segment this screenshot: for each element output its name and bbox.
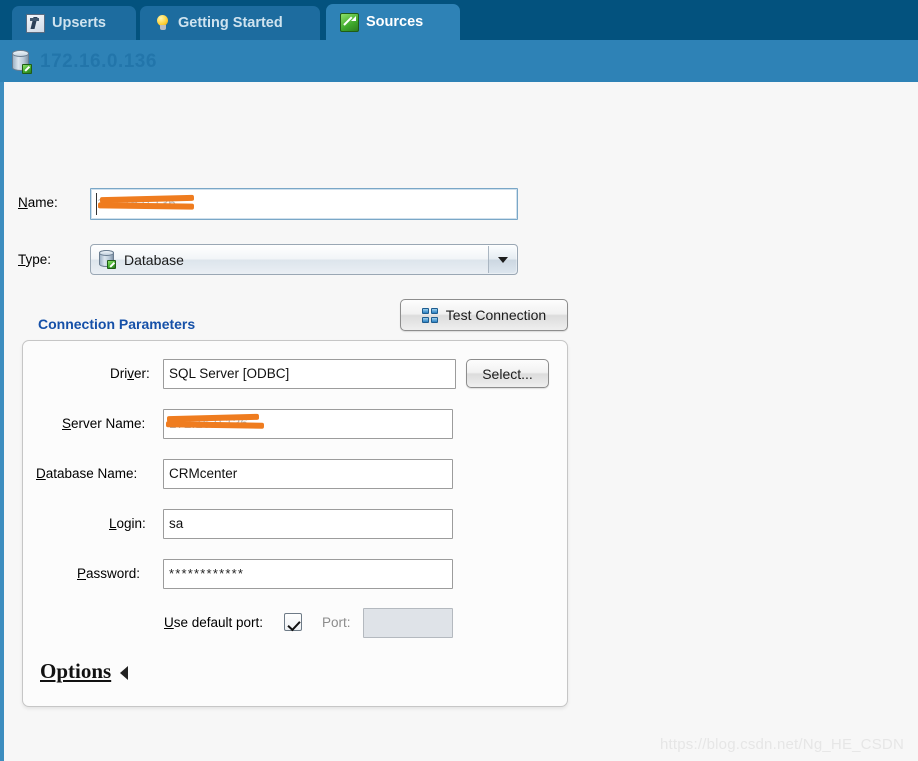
- password-label-rest: assword:: [86, 566, 141, 581]
- options-toggle[interactable]: Options: [40, 659, 129, 684]
- text-caret: [96, 193, 97, 215]
- login-input[interactable]: sa: [163, 509, 453, 539]
- tab-getting-started-label: Getting Started: [178, 14, 283, 31]
- driver-value: SQL Server [ODBC]: [169, 366, 290, 381]
- left-accent-strip: [0, 82, 4, 761]
- type-dropdown[interactable]: Database: [90, 244, 518, 275]
- database-source-icon: [12, 49, 32, 74]
- source-title-bar: 172.16.0.136: [0, 40, 918, 106]
- select-driver-button[interactable]: Select...: [466, 359, 549, 388]
- lightbulb-icon: [154, 14, 171, 32]
- chevron-down-icon[interactable]: [488, 246, 516, 273]
- driver-input[interactable]: SQL Server [ODBC]: [163, 359, 456, 389]
- type-label-rest: ype:: [25, 252, 52, 267]
- tab-upserts-label: Upserts: [52, 14, 106, 31]
- database-name-input[interactable]: CRMcenter: [163, 459, 453, 489]
- use-default-port-label: Use default port:: [164, 615, 264, 630]
- use-default-port-checkbox[interactable]: [284, 613, 302, 631]
- name-label-rest: ame:: [27, 195, 58, 210]
- login-label: Login:: [109, 516, 146, 531]
- use-default-port-label-rest: se default port:: [173, 615, 264, 630]
- tab-getting-started[interactable]: Getting Started: [140, 6, 320, 40]
- sources-icon: [340, 12, 359, 32]
- server-name-input[interactable]: 172.16.0.136: [163, 409, 453, 439]
- tab-upserts[interactable]: Upserts: [12, 6, 136, 40]
- password-value: ************: [169, 566, 245, 581]
- type-label: Type:: [18, 252, 52, 267]
- network-icon: [421, 307, 439, 323]
- password-label: Password:: [77, 566, 141, 581]
- port-input: [363, 608, 453, 638]
- tab-sources[interactable]: Sources: [326, 4, 460, 40]
- upserts-icon: [26, 13, 45, 33]
- tab-strip: Upserts Getting Started Sources: [0, 0, 918, 40]
- driver-label: Driver:: [110, 366, 150, 381]
- watermark-text: https://blog.csdn.net/Ng_HE_CSDN: [659, 736, 904, 753]
- connection-parameters-heading: Connection Parameters: [38, 316, 196, 332]
- source-editor-panel: Name: 172.16.0.136 Type: Database Connec…: [0, 82, 918, 761]
- database-name-value: CRMcenter: [169, 466, 238, 481]
- password-input[interactable]: ************: [163, 559, 453, 589]
- test-connection-button[interactable]: Test Connection: [400, 299, 568, 331]
- server-name-label: Server Name:: [62, 416, 146, 431]
- driver-label-rest: er:: [134, 366, 150, 381]
- port-label: Port:: [322, 615, 351, 630]
- database-name-label: Database Name:: [36, 466, 138, 481]
- database-icon: [99, 250, 116, 269]
- name-input[interactable]: 172.16.0.136: [90, 188, 518, 220]
- triangle-left-icon: [120, 665, 129, 680]
- tab-sources-label: Sources: [366, 13, 424, 30]
- page-title: 172.16.0.136: [40, 51, 157, 72]
- test-connection-label: Test Connection: [445, 307, 547, 323]
- name-label: Name:: [18, 195, 58, 210]
- options-label: Options: [40, 659, 112, 683]
- select-button-label: Select...: [482, 365, 533, 382]
- server-name-label-rest: erver Name:: [71, 416, 146, 431]
- type-value: Database: [124, 251, 184, 268]
- server-name-value: 172.16.0.136: [169, 416, 248, 431]
- driver-label-text: Dri: [110, 366, 128, 381]
- database-name-label-rest: atabase Name:: [45, 466, 138, 481]
- login-value: sa: [169, 516, 184, 531]
- name-input-value: 172.16.0.136: [97, 196, 176, 211]
- login-label-rest: ogin:: [116, 516, 146, 531]
